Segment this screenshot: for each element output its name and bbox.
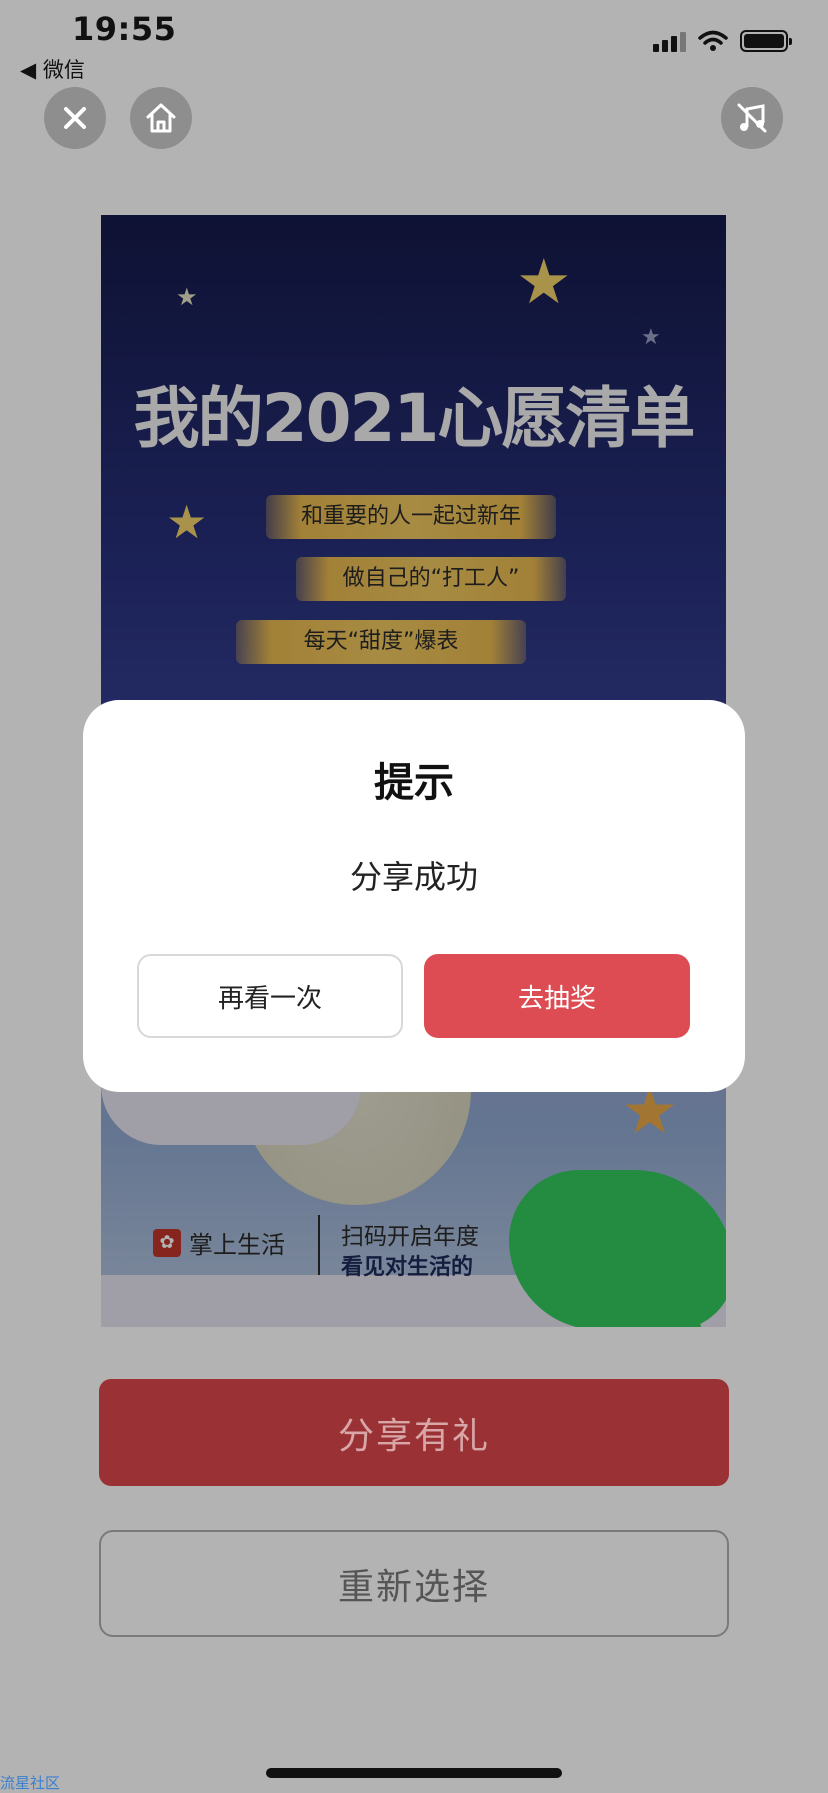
status-icons xyxy=(653,30,792,52)
watermark-text: 流星社区 xyxy=(0,1774,61,1792)
wifi-icon xyxy=(698,30,728,51)
watch-again-button[interactable]: 再看一次 xyxy=(137,954,403,1038)
battery-icon xyxy=(740,30,792,52)
dialog-message: 分享成功 xyxy=(349,858,478,896)
close-button[interactable] xyxy=(44,87,106,149)
home-icon xyxy=(146,103,176,133)
close-icon xyxy=(64,107,86,129)
dialog-title: 提示 xyxy=(374,760,454,806)
home-button[interactable] xyxy=(130,87,192,149)
signal-icon xyxy=(653,30,686,52)
share-success-dialog: 提示 分享成功 再看一次 去抽奖 xyxy=(83,700,745,1092)
go-lottery-button[interactable]: 去抽奖 xyxy=(424,954,690,1038)
music-off-icon xyxy=(737,103,767,133)
reselect-button[interactable]: 重新选择 xyxy=(99,1530,729,1637)
music-toggle-button[interactable] xyxy=(721,87,783,149)
share-gift-button[interactable]: 分享有礼 xyxy=(99,1379,729,1486)
status-time: 19:55 xyxy=(72,10,177,48)
home-indicator[interactable] xyxy=(266,1768,562,1778)
back-to-wechat-link[interactable]: ◀ 微信 xyxy=(20,54,85,84)
